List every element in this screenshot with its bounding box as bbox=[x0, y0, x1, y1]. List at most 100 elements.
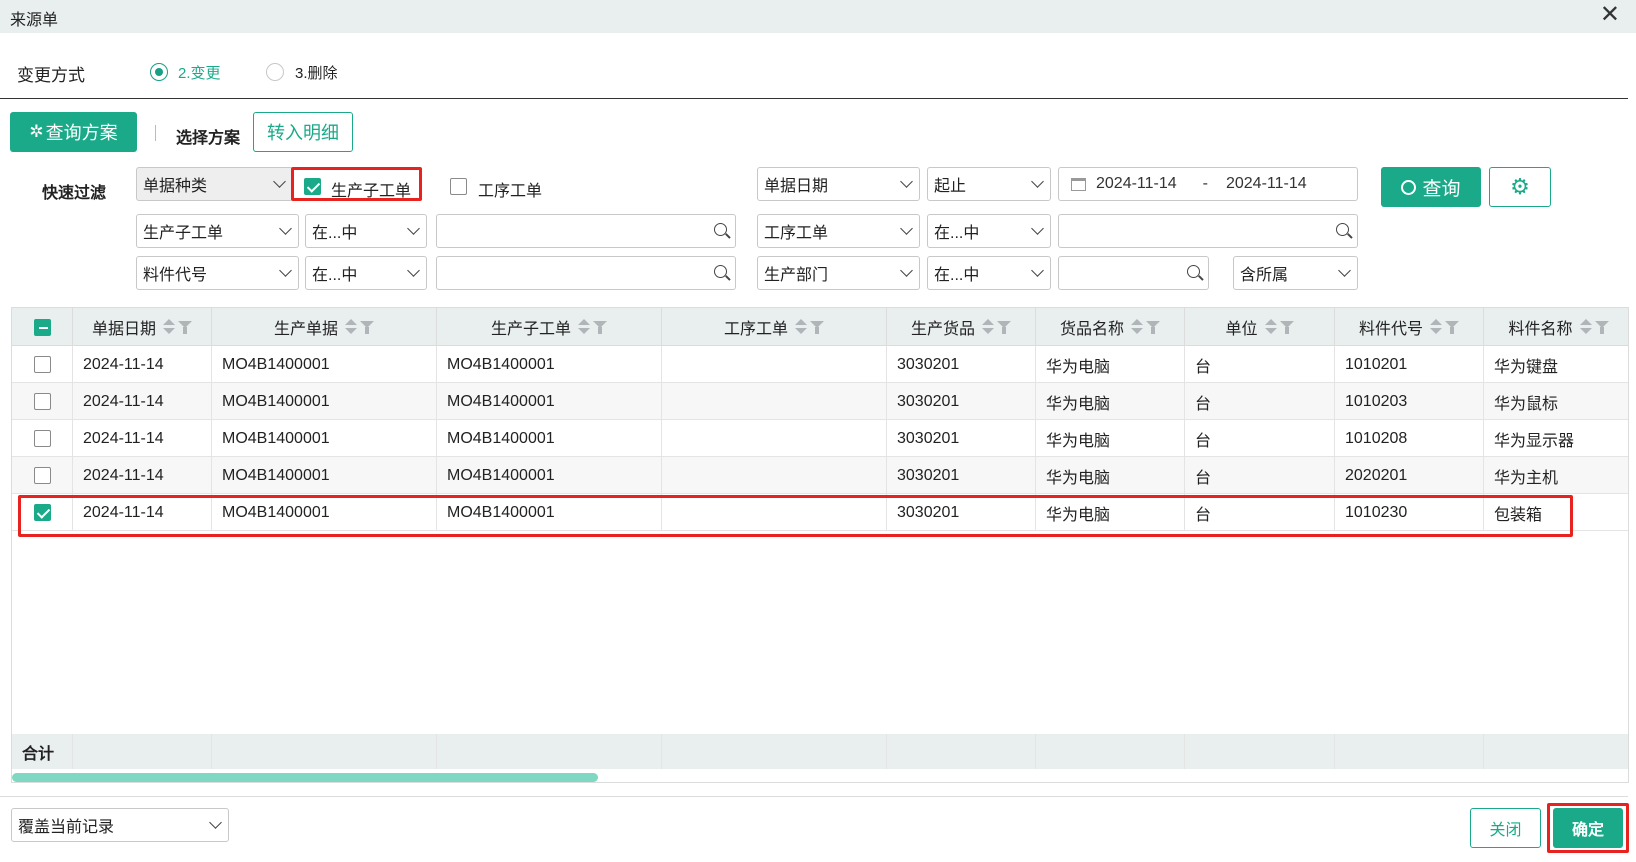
scope-select[interactable]: 含所属 bbox=[1233, 256, 1358, 290]
total-cell bbox=[73, 734, 212, 769]
column-header[interactable]: 单据日期 bbox=[73, 308, 212, 346]
filter-icon[interactable] bbox=[810, 320, 824, 334]
column-header[interactable]: 料件代号 bbox=[1335, 308, 1484, 346]
table-cell: 华为显示器 bbox=[1484, 420, 1628, 457]
production-sub-checkbox[interactable] bbox=[304, 178, 321, 195]
production-sub-label[interactable]: 生产子工单 bbox=[331, 177, 411, 201]
filter3b-input[interactable] bbox=[1058, 256, 1209, 290]
filter2b-op-select[interactable]: 在...中 bbox=[927, 214, 1051, 248]
sort-icon[interactable] bbox=[981, 318, 994, 336]
confirm-button[interactable]: 确定 bbox=[1553, 808, 1623, 848]
search-button-label: 查询 bbox=[1422, 178, 1461, 200]
sort-icon[interactable] bbox=[577, 318, 590, 336]
column-header[interactable]: 料件名称 bbox=[1484, 308, 1628, 346]
chevron-down-icon bbox=[209, 816, 222, 829]
radio-change[interactable] bbox=[150, 63, 168, 81]
query-plan-label: 查询方案 bbox=[45, 123, 118, 143]
query-plan-button[interactable]: ✲ 查询方案 bbox=[10, 112, 137, 152]
table-cell: 2024-11-14 bbox=[73, 346, 212, 383]
table-cell: 华为电脑 bbox=[1036, 383, 1185, 420]
total-cell bbox=[437, 734, 662, 769]
filter3b-op-select[interactable]: 在...中 bbox=[927, 256, 1051, 290]
total-row: 合计 bbox=[12, 734, 1628, 769]
process-order-checkbox[interactable] bbox=[450, 178, 467, 195]
table-cell bbox=[662, 457, 887, 494]
filter2b-input[interactable] bbox=[1058, 214, 1358, 248]
close-icon[interactable]: ✕ bbox=[1600, 2, 1620, 28]
filter3b-field-select[interactable]: 生产部门 bbox=[757, 256, 920, 290]
overwrite-select[interactable]: 覆盖当前记录 bbox=[11, 808, 229, 842]
close-button[interactable]: 关闭 bbox=[1470, 808, 1541, 848]
sort-icon[interactable] bbox=[162, 318, 175, 336]
radio-delete-label[interactable]: 3.删除 bbox=[295, 62, 338, 83]
filter-icon[interactable] bbox=[1594, 320, 1609, 334]
filter-icon[interactable] bbox=[997, 320, 1011, 334]
table-row[interactable]: 2024-11-14 MO4B1400001 MO4B1400001 3030201 华… bbox=[12, 383, 1628, 420]
date-mode-select[interactable]: 起止 bbox=[927, 167, 1051, 201]
transfer-detail-button[interactable]: 转入明细 bbox=[253, 112, 353, 152]
filter2-input[interactable] bbox=[436, 214, 736, 248]
data-grid: 单据日期 生产单据 生产子工单 工序工单 生产货品 货品名称 单位 料件代号 料件名称 2024… bbox=[11, 307, 1629, 783]
table-cell: 2020201 bbox=[1335, 457, 1484, 494]
table-cell: 华为主机 bbox=[1484, 457, 1628, 494]
row-checkbox[interactable] bbox=[33, 467, 51, 484]
horizontal-scrollbar[interactable] bbox=[12, 773, 598, 782]
sort-icon[interactable] bbox=[1579, 318, 1592, 336]
table-row[interactable]: 2024-11-14 MO4B1400001 MO4B1400001 3030201 华… bbox=[12, 346, 1628, 383]
filter3b-op-value: 在...中 bbox=[934, 267, 980, 284]
filter3-op-select[interactable]: 在...中 bbox=[305, 256, 427, 290]
column-header[interactable]: 生产子工单 bbox=[437, 308, 662, 346]
row-select-cell[interactable] bbox=[12, 346, 73, 383]
column-header[interactable]: 工序工单 bbox=[662, 308, 887, 346]
table-cell: 华为键盘 bbox=[1484, 346, 1628, 383]
table-row[interactable]: 2024-11-14 MO4B1400001 MO4B1400001 3030201 华… bbox=[12, 420, 1628, 457]
sort-icon[interactable] bbox=[344, 318, 357, 336]
date-to: 2024-11-14 bbox=[1225, 175, 1307, 192]
window-title: 来源单 bbox=[10, 12, 59, 29]
column-header[interactable]: 生产单据 bbox=[212, 308, 437, 346]
choose-plan-label[interactable]: 选择方案 bbox=[176, 124, 240, 148]
row-select-cell[interactable] bbox=[12, 420, 73, 457]
filter2b-field-select[interactable]: 工序工单 bbox=[757, 214, 920, 248]
radio-change-label[interactable]: 2.变更 bbox=[178, 62, 221, 83]
radio-delete[interactable] bbox=[266, 63, 284, 81]
filter-icon[interactable] bbox=[1146, 320, 1160, 334]
filter-icon[interactable] bbox=[1279, 320, 1294, 334]
chevron-down-icon bbox=[900, 222, 913, 235]
table-cell: 3030201 bbox=[887, 457, 1036, 494]
row-select-cell[interactable] bbox=[12, 383, 73, 420]
sort-icon[interactable] bbox=[1264, 318, 1277, 336]
filter-icon[interactable] bbox=[178, 320, 192, 334]
select-all-checkbox[interactable] bbox=[33, 318, 51, 336]
date-field-select[interactable]: 单据日期 bbox=[757, 167, 920, 201]
filter3-input[interactable] bbox=[436, 256, 736, 290]
column-header-label: 单据日期 bbox=[91, 321, 156, 338]
sort-icon[interactable] bbox=[794, 318, 807, 336]
table-row[interactable]: 2024-11-14 MO4B1400001 MO4B1400001 3030201 华… bbox=[12, 457, 1628, 494]
table-cell: 2024-11-14 bbox=[73, 383, 212, 420]
table-cell: 台 bbox=[1185, 346, 1335, 383]
column-header[interactable]: 单位 bbox=[1185, 308, 1335, 346]
filter-icon[interactable] bbox=[1445, 320, 1459, 334]
row-checkbox[interactable] bbox=[33, 356, 51, 373]
filter3-field-select[interactable]: 料件代号 bbox=[136, 256, 299, 290]
date-range-input[interactable]: 2024-11-14 - 2024-11-14 bbox=[1058, 167, 1358, 201]
column-header[interactable]: 生产货品 bbox=[887, 308, 1036, 346]
chevron-down-icon bbox=[407, 264, 420, 277]
title-bar bbox=[0, 0, 1636, 33]
doc-type-select[interactable]: 单据种类 bbox=[136, 167, 293, 201]
sort-icon[interactable] bbox=[1429, 318, 1442, 336]
filter-icon[interactable] bbox=[360, 320, 374, 334]
process-order-label[interactable]: 工序工单 bbox=[478, 177, 542, 201]
column-header[interactable]: 货品名称 bbox=[1036, 308, 1185, 346]
select-all-cell[interactable] bbox=[12, 308, 73, 346]
filter2-op-select[interactable]: 在...中 bbox=[305, 214, 427, 248]
search-button[interactable]: 查询 bbox=[1381, 167, 1481, 207]
row-select-cell[interactable] bbox=[12, 457, 73, 494]
row-checkbox[interactable] bbox=[33, 430, 51, 447]
sort-icon[interactable] bbox=[1130, 318, 1143, 336]
row-checkbox[interactable] bbox=[33, 393, 51, 410]
filter-icon[interactable] bbox=[593, 320, 607, 334]
settings-button[interactable]: ⚙ bbox=[1489, 167, 1551, 207]
filter2-field-select[interactable]: 生产子工单 bbox=[136, 214, 299, 248]
